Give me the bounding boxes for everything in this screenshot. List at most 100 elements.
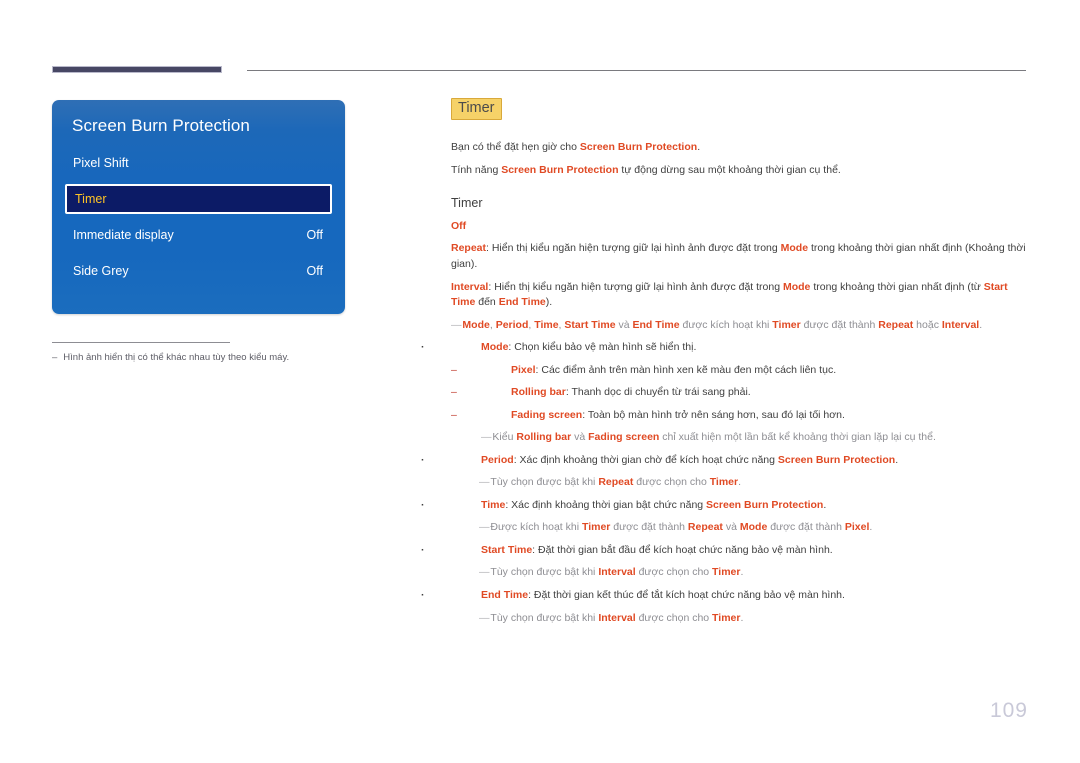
note-text: . <box>738 476 742 489</box>
osd-menu-item-label: Timer <box>75 192 107 206</box>
osd-menu-item-immediate-display[interactable]: Immediate display Off <box>52 220 345 250</box>
intro-paragraph: Tính năng Screen Burn Protection tự động… <box>451 163 1031 178</box>
keyword-term: Start Time <box>564 318 616 331</box>
body-text: đến <box>475 296 499 309</box>
keyword-term: Timer <box>712 566 741 579</box>
note-text: được đặt thành <box>610 521 688 534</box>
body-text: : Toàn bộ màn hình trở nên sáng hơn, sau… <box>582 408 845 421</box>
keyword-term: Mode <box>462 318 490 331</box>
note-text: được đặt thành <box>767 521 845 534</box>
keyword-term: Period <box>495 318 529 331</box>
body-text: . <box>697 140 701 153</box>
footnote-text: Hình ảnh hiển thị có thể khác nhau tùy t… <box>63 352 290 363</box>
section-sub-heading: Timer <box>451 195 483 210</box>
keyword-term: Repeat <box>451 242 487 255</box>
osd-menu-item-pixel-shift[interactable]: Pixel Shift <box>52 148 345 178</box>
description-line: Period: Xác định khoảng thời gian chờ để… <box>451 453 1031 469</box>
keyword-term: Interval <box>941 318 980 331</box>
note-dash-icon: — <box>479 611 491 624</box>
osd-menu-item-label: Side Grey <box>73 264 129 278</box>
note-text: . <box>869 521 873 534</box>
note-dash-icon: — <box>479 521 491 534</box>
note-text: . <box>740 611 744 624</box>
note-text: và <box>615 318 633 331</box>
dash-bullet-icon <box>481 363 511 379</box>
bullet-dot-icon <box>451 340 481 356</box>
note-text: và <box>722 521 740 534</box>
keyword-term: Screen Burn Protection <box>501 163 619 176</box>
osd-menu-item-label: Pixel Shift <box>73 156 129 170</box>
page-title: Timer <box>451 98 502 120</box>
note-text: được đặt thành <box>800 318 879 331</box>
bullet-dot-icon <box>451 498 481 514</box>
description-line: Off <box>451 219 1031 235</box>
osd-menu-item-timer[interactable]: Timer <box>65 184 332 214</box>
body-text: . <box>823 498 827 511</box>
note-text: Kiểu <box>492 431 517 444</box>
footnote-divider <box>52 342 230 343</box>
keyword-term: Rolling bar <box>516 431 572 444</box>
description-line: Pixel: Các điểm ảnh trên màn hình xen kẽ… <box>451 363 1031 379</box>
body-text: tự động dừng sau một khoảng thời gian cụ… <box>618 163 841 176</box>
description-line: Mode: Chọn kiểu bảo vệ màn hình sẽ hiển … <box>451 340 1031 356</box>
note-text: Được kích hoạt khi <box>490 521 582 534</box>
keyword-term: Screen Burn Protection <box>777 453 896 466</box>
osd-menu-item-value: Off <box>306 228 323 242</box>
page-header-rules <box>0 0 1080 80</box>
description-line: Rolling bar: Thanh dọc di chuyển từ trái… <box>451 385 1031 401</box>
note-dash-icon: — <box>479 566 491 579</box>
body-text: : Hiển thị kiểu ngăn hiện tượng giữ lại … <box>488 280 783 293</box>
footnote: – Hình ảnh hiển thị có thể khác nhau tùy… <box>52 352 345 363</box>
note-text: chỉ xuất hiện một lần bất kể khoảng thời… <box>659 431 936 444</box>
keyword-term: Screen Burn Protection <box>706 498 824 511</box>
body-text: : Các điểm ảnh trên màn hình xen kẽ màu … <box>535 363 837 376</box>
keyword-term: Interval <box>451 280 489 293</box>
body-text: : Đặt thời gian kết thúc để tắt kích hoạ… <box>528 588 845 601</box>
osd-menu-item-value: Off <box>306 264 323 278</box>
note-text: được chọn cho <box>633 476 710 489</box>
keyword-term: Timer <box>772 318 801 331</box>
keyword-term: Period <box>481 453 514 466</box>
keyword-term: Pixel <box>511 363 536 376</box>
intro-paragraphs: Bạn có thể đặt hẹn giờ cho Screen Burn P… <box>451 140 1031 178</box>
dash-bullet-icon <box>481 385 511 401</box>
keyword-term: Time <box>481 498 506 511</box>
keyword-term: Interval <box>598 611 636 624</box>
header-rule-thick <box>52 66 222 73</box>
note-text: . <box>740 566 744 579</box>
keyword-term: Start Time <box>481 543 533 556</box>
page-number: 109 <box>989 699 1028 722</box>
note-text: được chọn cho <box>635 611 713 624</box>
osd-panel: Screen Burn Protection Pixel Shift Timer I… <box>52 100 345 314</box>
keyword-term: Mode <box>780 242 809 255</box>
keyword-term: Off <box>451 219 467 232</box>
note-dash-icon: — <box>481 431 493 444</box>
keyword-term: Interval <box>598 566 636 579</box>
description-line: — Tùy chọn được bật khi Repeat được chọn… <box>451 475 1031 491</box>
keyword-term: Mode <box>782 280 811 293</box>
osd-menu-item-side-grey[interactable]: Side Grey Off <box>52 256 345 286</box>
keyword-term: Fading screen <box>511 408 583 421</box>
body-text: ). <box>545 296 553 309</box>
dash-bullet-icon <box>481 408 511 424</box>
osd-illustration: Screen Burn Protection Pixel Shift Timer I… <box>52 100 345 363</box>
body-text: Tính năng <box>451 163 502 176</box>
keyword-term: Timer <box>581 521 611 534</box>
note-text: Tùy chọn được bật khi <box>490 476 599 489</box>
keyword-term: End Time <box>481 588 529 601</box>
note-dash-icon: — <box>479 476 491 489</box>
keyword-term: Timer <box>712 611 741 624</box>
osd-panel-title: Screen Burn Protection <box>72 116 250 135</box>
body-text: . <box>895 453 899 466</box>
keyword-term: Repeat <box>687 521 723 534</box>
note-text: . <box>979 318 983 331</box>
description-line: Start Time: Đặt thời gian bắt đầu để kíc… <box>451 543 1031 559</box>
description-line: — Kiểu Rolling bar và Fading screen chỉ … <box>451 430 1031 446</box>
body-text: : Hiển thị kiểu ngăn hiện tượng giữ lại … <box>486 242 781 255</box>
body-text: : Đặt thời gian bắt đầu để kích hoạt chứ… <box>532 543 833 556</box>
note-text: hoặc <box>913 318 942 331</box>
note-text: Tùy chọn được bật khi <box>490 611 599 624</box>
osd-menu-item-label: Immediate display <box>73 228 174 242</box>
bullet-dot-icon <box>451 543 481 559</box>
body-text: : Chọn kiểu bảo vệ màn hình sẽ hiển thị. <box>508 341 697 354</box>
